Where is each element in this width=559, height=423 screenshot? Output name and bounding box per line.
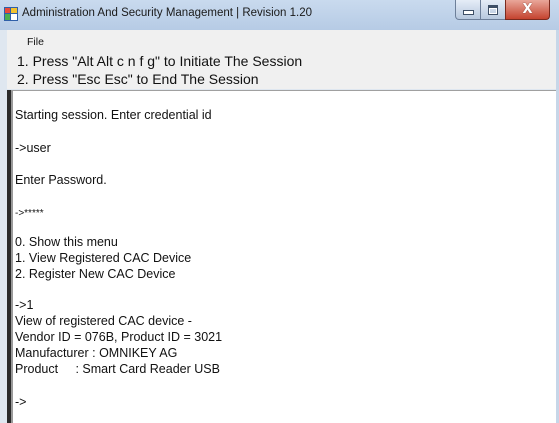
close-icon: X: [522, 2, 533, 17]
maximize-button[interactable]: [480, 0, 506, 20]
minimize-button[interactable]: [455, 0, 481, 20]
maximize-icon: [488, 4, 498, 15]
console-line: ->*****: [15, 208, 44, 219]
instruction-line-initiate: 1. Press "Alt Alt c n f g" to Initiate T…: [17, 53, 303, 69]
window-title: Administration And Security Management |…: [22, 7, 312, 19]
minimize-icon: [462, 10, 474, 15]
console-line: Enter Password.: [15, 173, 107, 187]
title-bar[interactable]: Administration And Security Management |…: [0, 0, 559, 30]
console-line: 1. View Registered CAC Device: [15, 251, 192, 265]
app-window-icon: [4, 7, 18, 21]
menu-bar: File: [7, 30, 556, 52]
instruction-line-end: 2. Press "Esc Esc" to End The Session: [17, 71, 259, 87]
instructions-panel: 1. Press "Alt Alt c n f g" to Initiate T…: [7, 52, 556, 89]
console-line: 0. Show this menu: [15, 235, 118, 249]
console-left-border-highlight: [11, 90, 13, 423]
menu-item-file[interactable]: File: [27, 36, 44, 48]
console-line: Starting session. Enter credential id: [15, 108, 212, 122]
console-line: View of registered CAC device -: [15, 314, 192, 328]
console-line: 2. Register New CAC Device: [15, 267, 176, 281]
close-button[interactable]: X: [505, 0, 550, 20]
console-prompt[interactable]: ->: [15, 395, 26, 409]
console-line: ->user: [15, 141, 51, 155]
console-line: Vendor ID = 076B, Product ID = 3021: [15, 330, 223, 344]
application-window: Administration And Security Management |…: [0, 0, 559, 423]
console-line: Manufacturer : OMNIKEY AG: [15, 346, 178, 360]
console-line: ->1: [15, 298, 34, 312]
console-line: Product : Smart Card Reader USB: [15, 362, 220, 376]
